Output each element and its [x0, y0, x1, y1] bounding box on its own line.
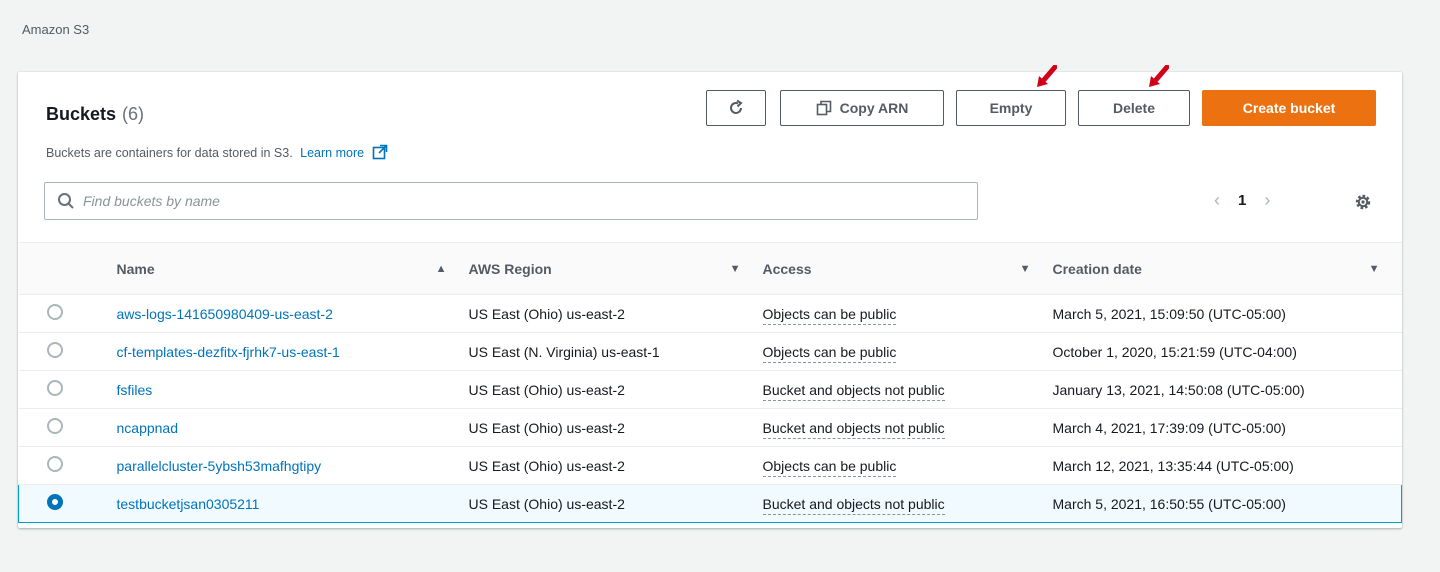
buckets-panel: Buckets (6) Buckets are containers for da… [18, 65, 1402, 528]
bucket-region: US East (Ohio) us-east-2 [468, 457, 625, 474]
bucket-creation-date: March 12, 2021, 13:35:44 (UTC-05:00) [1052, 457, 1294, 474]
sort-icon[interactable]: ▼ [730, 263, 741, 275]
learn-more-link[interactable]: Learn more [300, 146, 364, 160]
column-header-region[interactable]: AWS Region ▼ [468, 242, 763, 295]
row-select-radio[interactable] [46, 456, 63, 472]
bucket-access[interactable]: Bucket and objects not public [762, 495, 945, 515]
bucket-name-link[interactable]: aws-logs-141650980409-us-east-2 [117, 306, 333, 322]
pagination: ‹ 1 › [1214, 190, 1270, 211]
title-text: Buckets [46, 104, 117, 124]
create-bucket-label: Create bucket [1242, 100, 1336, 116]
bucket-name-link[interactable]: ncappnad [117, 420, 179, 436]
column-label: Access [762, 260, 812, 277]
sort-icon[interactable]: ▼ [1020, 263, 1031, 275]
empty-label: Empty [989, 100, 1033, 116]
panel-description: Buckets are containers for data stored i… [46, 144, 388, 160]
bucket-name-link[interactable]: parallelcluster-5ybsh53mafhgtipy [117, 458, 322, 474]
bucket-region: US East (N. Virginia) us-east-1 [468, 343, 660, 360]
external-link-icon[interactable] [372, 144, 388, 160]
bucket-creation-date: March 5, 2021, 16:50:55 (UTC-05:00) [1052, 495, 1286, 512]
table-row[interactable]: aws-logs-141650980409-us-east-2 US East … [18, 294, 1402, 333]
bucket-access[interactable]: Objects can be public [762, 457, 897, 477]
table-row[interactable]: ncappnad US East (Ohio) us-east-2 Bucket… [18, 408, 1402, 447]
copy-arn-label: Copy ARN [839, 100, 909, 116]
bucket-access[interactable]: Bucket and objects not public [762, 381, 945, 401]
buckets-table: Name ▲ AWS Region ▼ Access ▼ Creation date ▼… [18, 242, 1402, 523]
breadcrumb[interactable]: Amazon S3 [22, 22, 89, 37]
column-label: Name [116, 260, 155, 277]
search-box[interactable] [44, 182, 978, 220]
column-header-access[interactable]: Access ▼ [762, 242, 1053, 295]
bucket-region: US East (Ohio) us-east-2 [468, 419, 625, 436]
page-title: Buckets (6) [46, 104, 144, 125]
select-column-header [18, 242, 117, 295]
bucket-creation-date: March 4, 2021, 17:39:09 (UTC-05:00) [1052, 419, 1286, 436]
column-label: AWS Region [468, 260, 552, 277]
search-input[interactable] [83, 184, 977, 218]
refresh-icon [730, 99, 743, 114]
bucket-count: (6) [122, 104, 145, 124]
table-row[interactable]: fsfiles US East (Ohio) us-east-2 Bucket … [18, 370, 1402, 409]
table-row[interactable]: parallelcluster-5ybsh53mafhgtipy US East… [18, 446, 1402, 485]
bucket-region: US East (Ohio) us-east-2 [468, 381, 625, 398]
bucket-access[interactable]: Bucket and objects not public [762, 419, 945, 439]
row-select-radio[interactable] [46, 342, 63, 358]
copy-icon [816, 100, 831, 116]
description-text: Buckets are containers for data stored i… [46, 146, 293, 160]
column-label: Creation date [1052, 260, 1142, 277]
row-select-radio[interactable] [46, 304, 63, 320]
annotation-arrow-icon [1149, 65, 1169, 87]
bucket-name-link[interactable]: fsfiles [117, 382, 153, 398]
sort-ascending-icon[interactable]: ▲ [436, 263, 447, 275]
annotation-arrow-icon [1037, 65, 1057, 87]
bucket-creation-date: January 13, 2021, 14:50:08 (UTC-05:00) [1052, 381, 1305, 398]
create-bucket-button[interactable]: Create bucket [1202, 90, 1376, 126]
current-page[interactable]: 1 [1238, 192, 1246, 209]
bucket-name-link[interactable]: testbucketjsan0305211 [117, 496, 260, 512]
row-select-radio-checked[interactable] [47, 494, 63, 510]
table-row-selected[interactable]: testbucketjsan0305211 US East (Ohio) us-… [18, 484, 1402, 523]
gear-icon[interactable] [1352, 191, 1374, 213]
bucket-name-link[interactable]: cf-templates-dezfitx-fjrhk7-us-east-1 [117, 344, 340, 360]
bucket-access[interactable]: Objects can be public [762, 343, 897, 363]
sort-icon[interactable]: ▼ [1369, 263, 1380, 275]
bucket-region: US East (Ohio) us-east-2 [468, 495, 625, 512]
delete-label: Delete [1112, 100, 1156, 116]
bucket-access[interactable]: Objects can be public [762, 305, 897, 325]
row-select-radio[interactable] [46, 380, 63, 396]
table-row[interactable]: cf-templates-dezfitx-fjrhk7-us-east-1 US… [18, 332, 1402, 371]
copy-arn-button[interactable]: Copy ARN [780, 90, 944, 126]
table-header-row: Name ▲ AWS Region ▼ Access ▼ Creation date ▼ [18, 242, 1402, 295]
row-select-radio[interactable] [46, 418, 63, 434]
chevron-left-icon[interactable]: ‹ [1214, 190, 1220, 211]
chevron-right-icon[interactable]: › [1264, 190, 1270, 211]
column-header-name[interactable]: Name ▲ [116, 242, 469, 295]
bucket-region: US East (Ohio) us-east-2 [468, 305, 625, 322]
delete-button[interactable]: Delete [1078, 65, 1190, 126]
bucket-creation-date: March 5, 2021, 15:09:50 (UTC-05:00) [1052, 305, 1286, 322]
empty-button[interactable]: Empty [956, 65, 1066, 126]
bucket-creation-date: October 1, 2020, 15:21:59 (UTC-04:00) [1052, 343, 1297, 360]
search-icon [58, 193, 74, 209]
column-header-creation-date[interactable]: Creation date ▼ [1052, 242, 1402, 295]
refresh-button[interactable] [706, 90, 766, 126]
